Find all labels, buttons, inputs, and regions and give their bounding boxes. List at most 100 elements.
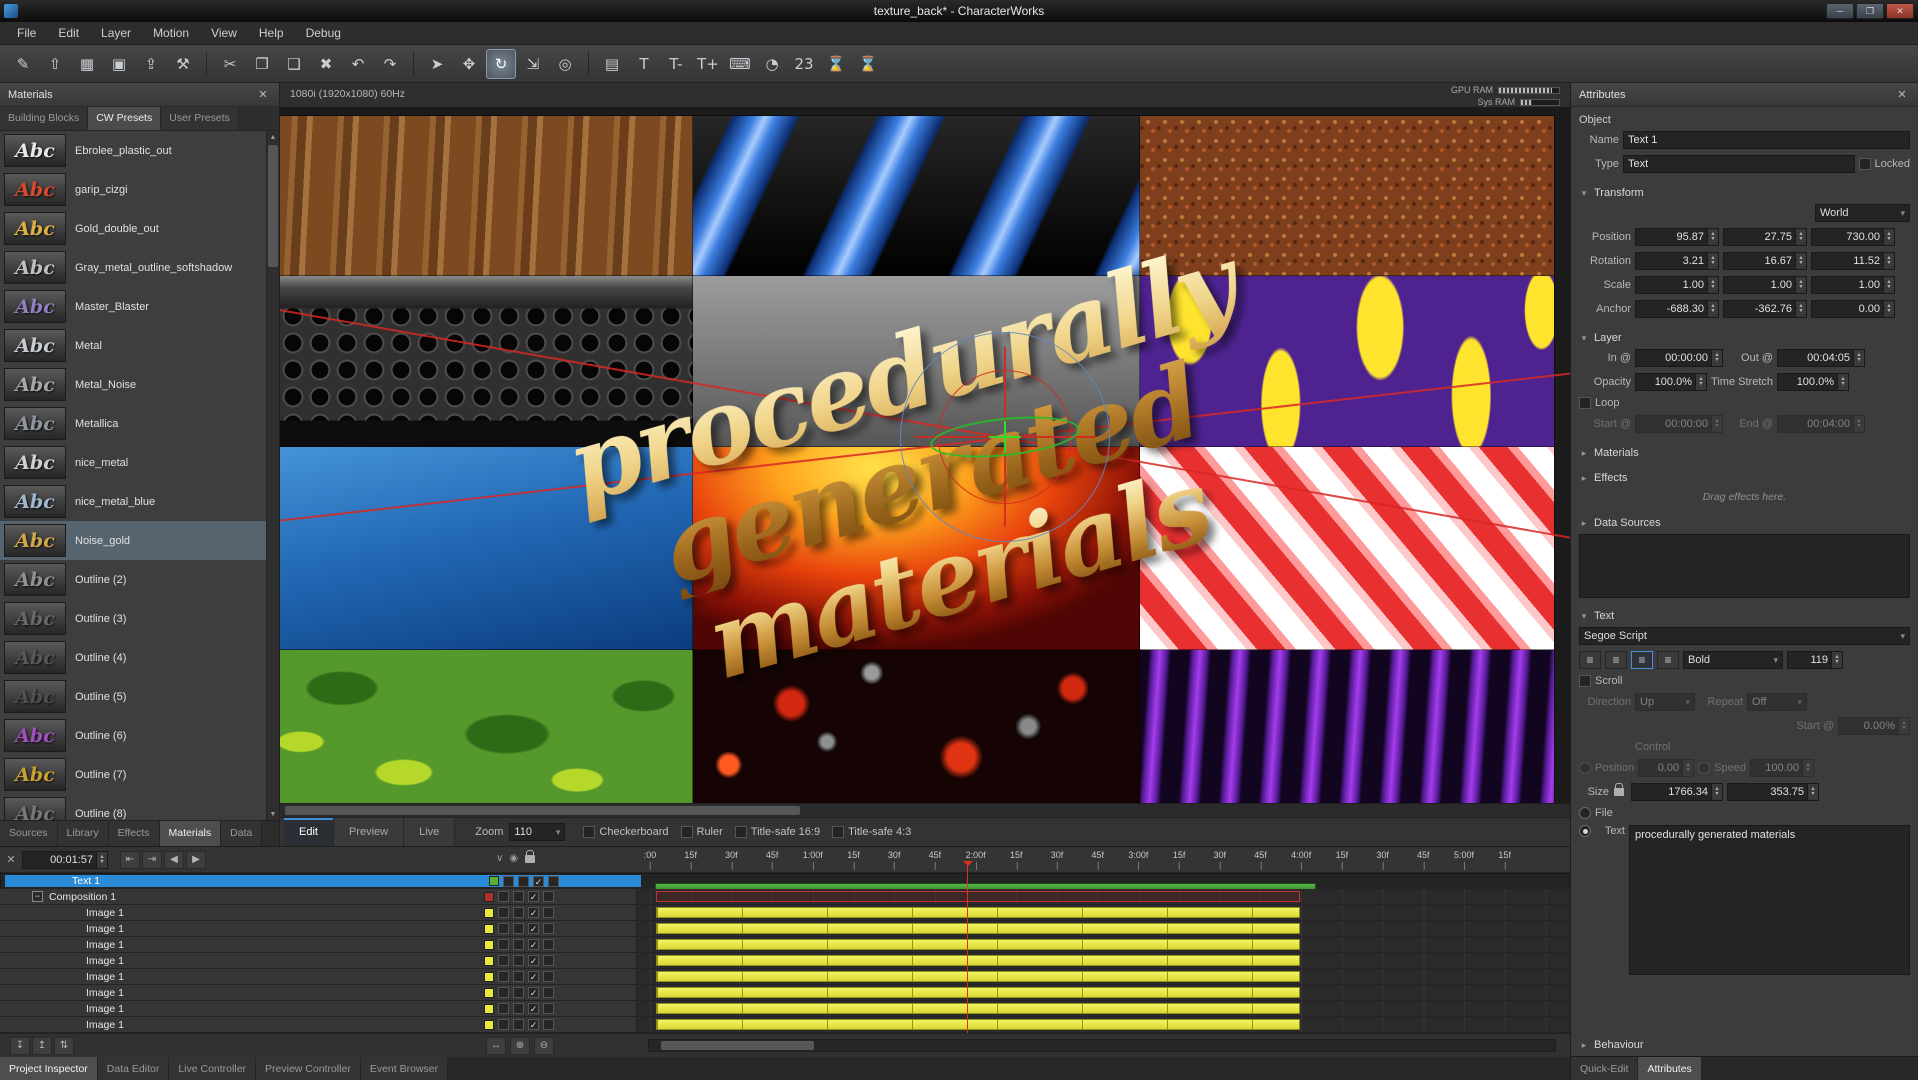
object-name-field[interactable]: Text 1 — [1623, 131, 1910, 149]
option-checkerboard[interactable]: Checkerboard — [583, 826, 668, 838]
option-title-safe-16-9[interactable]: Title-safe 16:9 — [735, 826, 820, 838]
time-stretch-field[interactable]: 100.0%▲▼ — [1777, 373, 1849, 391]
scroll-up-icon[interactable]: ▲ — [267, 131, 279, 143]
track-flag-checkbox[interactable] — [498, 939, 509, 950]
track-enabled-checkbox[interactable]: ✓ — [528, 907, 539, 918]
track-bars-cell[interactable] — [637, 937, 1570, 952]
track-flag-checkbox[interactable] — [518, 876, 529, 887]
playhead[interactable] — [967, 861, 968, 1033]
spinner-arrows[interactable]: ▲▼ — [1707, 253, 1718, 269]
snapshot-button[interactable]: ▣ — [104, 49, 134, 79]
menu-view[interactable]: View — [200, 23, 248, 43]
position-y-field[interactable]: 27.75▲▼ — [1723, 228, 1807, 246]
track-enabled-checkbox[interactable]: ✓ — [528, 971, 539, 982]
track-name-cell[interactable]: Image 1✓ — [0, 985, 637, 1000]
track-flag-checkbox[interactable] — [498, 971, 509, 982]
track-name-cell[interactable]: Image 1✓ — [0, 937, 637, 952]
clip-bar[interactable] — [656, 923, 1300, 934]
current-time-field[interactable]: 00:01:57▲▼ — [22, 851, 108, 869]
track-bars-cell[interactable] — [637, 969, 1570, 984]
align-right-button[interactable]: ≡ — [1631, 651, 1653, 669]
spinner-arrows[interactable]: ▲▼ — [1883, 277, 1894, 293]
canvas-hscrollbar[interactable] — [280, 803, 1570, 817]
track-name-cell[interactable]: Image 1✓ — [0, 905, 637, 920]
close-attributes-icon[interactable]: ✕ — [1894, 88, 1910, 101]
track-flag-checkbox[interactable] — [498, 1019, 509, 1030]
track-bars-cell[interactable] — [637, 953, 1570, 968]
tab-user-presets[interactable]: User Presets — [161, 107, 239, 130]
spinner-arrows[interactable]: ▲▼ — [1802, 760, 1813, 776]
track-flag-checkbox[interactable] — [498, 907, 509, 918]
spinner-arrows[interactable]: ▲▼ — [1707, 277, 1718, 293]
scroll-position-field[interactable]: 0.00▲▼ — [1638, 759, 1694, 777]
text-decrease-tool-button[interactable]: T- — [661, 49, 691, 79]
clip-bar[interactable] — [656, 987, 1300, 998]
close-timeline-icon[interactable]: ✕ — [0, 853, 22, 866]
tab-materials[interactable]: Materials — [160, 821, 222, 846]
anchor-x-field[interactable]: -688.30▲▼ — [1635, 300, 1719, 318]
track-enabled-checkbox[interactable]: ✓ — [528, 987, 539, 998]
material-item[interactable]: AbcEbrolee_plastic_out — [0, 131, 266, 170]
out-time-field[interactable]: 00:04:05▲▼ — [1777, 349, 1865, 367]
material-item[interactable]: AbcOutline (5) — [0, 677, 266, 716]
track-flag-checkbox[interactable] — [513, 923, 524, 934]
scroll-down-icon[interactable]: ▼ — [267, 808, 279, 820]
spinner-arrows[interactable]: ▲▼ — [1795, 277, 1806, 293]
spinner-arrows[interactable]: ▲▼ — [1682, 760, 1693, 776]
material-item[interactable]: AbcOutline (6) — [0, 716, 266, 755]
import-file-button[interactable]: ⇧ — [40, 49, 70, 79]
text-content-field[interactable]: procedurally generated materials — [1629, 825, 1910, 975]
menu-edit[interactable]: Edit — [47, 23, 90, 43]
in-time-field[interactable]: 00:00:00▲▼ — [1635, 349, 1723, 367]
anchor-z-field[interactable]: 0.00▲▼ — [1811, 300, 1895, 318]
font-weight-select[interactable]: Bold▾ — [1683, 651, 1783, 669]
track-enabled-checkbox[interactable]: ✓ — [528, 955, 539, 966]
prev-frame-button[interactable]: ◀ — [164, 851, 184, 869]
track-row[interactable]: Image 1✓ — [0, 969, 1570, 985]
text-width-field[interactable]: 1766.34▲▼ — [1631, 783, 1723, 801]
scroll-start-field[interactable]: 0.00%▲▼ — [1838, 717, 1910, 735]
tab-building-blocks[interactable]: Building Blocks — [0, 107, 88, 130]
control-position-radio[interactable] — [1579, 762, 1591, 774]
track-flag-checkbox[interactable] — [543, 955, 554, 966]
spinner-arrows[interactable]: ▲▼ — [1695, 374, 1706, 390]
spinner-arrows[interactable]: ▲▼ — [1711, 416, 1722, 432]
layer-section-header[interactable]: ▾Layer — [1579, 332, 1910, 344]
zoom-select[interactable]: 110▾ — [509, 823, 565, 841]
align-left-button[interactable]: ≡ — [1579, 651, 1601, 669]
scroll-repeat-select[interactable]: Off▾ — [1747, 693, 1807, 711]
next-frame-button[interactable]: ▶ — [186, 851, 206, 869]
locked-checkbox[interactable] — [1859, 158, 1871, 170]
spinner-arrows[interactable]: ▲▼ — [1711, 784, 1722, 800]
fit-timeline-button[interactable]: ↔ — [486, 1037, 506, 1055]
tab-preview-controller[interactable]: Preview Controller — [256, 1057, 361, 1080]
track-enabled-checkbox[interactable]: ✓ — [528, 1019, 539, 1030]
scale-z-field[interactable]: 1.00▲▼ — [1811, 276, 1895, 294]
text-section-header[interactable]: ▾Text — [1579, 610, 1910, 622]
track-flag-checkbox[interactable] — [513, 939, 524, 950]
material-item[interactable]: AbcOutline (4) — [0, 638, 266, 677]
spinner-arrows[interactable]: ▲▼ — [1837, 374, 1848, 390]
collapse-toggle[interactable]: − — [32, 891, 43, 902]
tab-data[interactable]: Data — [221, 821, 262, 846]
hourglass-out-tool-button[interactable]: ⌛ — [853, 49, 883, 79]
preview-canvas[interactable]: procedurally generated materials — [280, 107, 1570, 803]
spinner-arrows[interactable]: ▲▼ — [1807, 784, 1818, 800]
option-ruler[interactable]: Ruler — [681, 826, 723, 838]
tab-data-editor[interactable]: Data Editor — [98, 1057, 170, 1080]
scrollbar-thumb[interactable] — [661, 1041, 814, 1050]
clip-bar[interactable] — [656, 955, 1300, 966]
tab-quick-edit[interactable]: Quick-Edit — [1571, 1057, 1638, 1080]
checkerboard-checkbox[interactable] — [583, 826, 595, 838]
track-flag-checkbox[interactable] — [498, 1003, 509, 1014]
track-name-cell[interactable]: Text 1✓ — [5, 875, 642, 887]
track-row[interactable]: Image 1✓ — [0, 953, 1570, 969]
save-image-button[interactable]: ▦ — [72, 49, 102, 79]
track-row[interactable]: Text 1✓ — [0, 873, 1570, 889]
transform-section-header[interactable]: ▾Transform — [1579, 187, 1910, 199]
track-flag-checkbox[interactable] — [513, 891, 524, 902]
track-flag-checkbox[interactable] — [543, 907, 554, 918]
spinner-arrows[interactable]: ▲▼ — [1795, 253, 1806, 269]
timer-tool-button[interactable]: ◔ — [757, 49, 787, 79]
material-item[interactable]: AbcMetal_Noise — [0, 365, 266, 404]
